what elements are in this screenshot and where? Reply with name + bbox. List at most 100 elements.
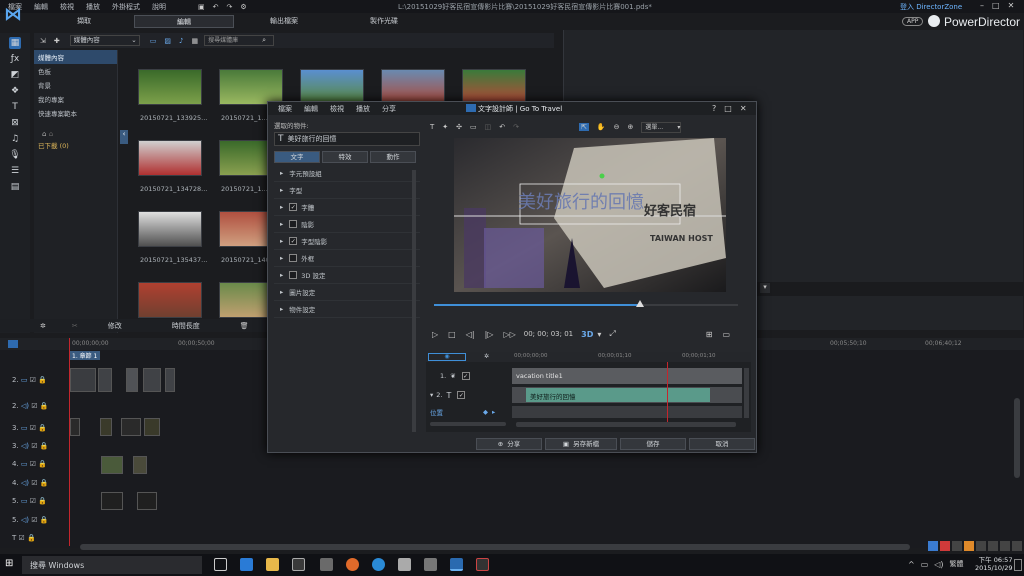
media-thumb[interactable] <box>138 282 202 318</box>
import-icon[interactable]: ⇲ <box>40 37 46 45</box>
menu-play[interactable]: 播放 <box>86 2 100 12</box>
volume-icon[interactable]: ◁) <box>934 560 943 569</box>
media-thumb[interactable] <box>138 69 202 105</box>
powerdirector-taskbar-icon[interactable] <box>450 558 463 571</box>
track-checkbox[interactable]: ☑ <box>30 460 36 468</box>
timeline-clip[interactable] <box>165 368 175 392</box>
designer-canvas[interactable]: 美好旅行的回憶 好客民宿 TAIWAN HOST <box>454 138 726 292</box>
timeline-clip[interactable] <box>126 368 138 392</box>
save-icon[interactable]: ▣ <box>198 3 205 11</box>
split-icon[interactable]: ✂ <box>72 322 78 330</box>
canvas-title-text[interactable]: 美好旅行的回憶 <box>518 188 644 214</box>
hand-tool-icon[interactable]: ✋ <box>597 123 606 131</box>
property-row[interactable]: ▸ 字型 <box>274 182 420 199</box>
windows-start-icon[interactable]: ⊞ <box>5 559 16 570</box>
property-row[interactable]: ▸ 3D 設定 <box>274 267 420 284</box>
help-icon[interactable]: ? <box>712 104 716 113</box>
property-row[interactable]: ▸ 圖片設定 <box>274 284 420 301</box>
timeline-clip[interactable] <box>70 368 96 392</box>
undo-icon[interactable]: ↶ <box>213 3 219 11</box>
timeline-clip[interactable] <box>143 368 161 392</box>
audio-mix-icon[interactable]: ♫ <box>9 133 21 145</box>
fullscreen-icon[interactable]: ⤢ <box>609 329 615 339</box>
login-link[interactable]: 登入 DirectorZone <box>900 2 962 12</box>
media-thumb[interactable] <box>381 69 445 105</box>
timeline-clip[interactable] <box>98 368 112 392</box>
zoom-in-icon[interactable]: ⊕ <box>628 123 634 131</box>
select-tool-icon[interactable]: ⇱ <box>579 123 589 131</box>
ie-icon[interactable] <box>372 558 385 571</box>
lock-icon[interactable]: 🔒 <box>38 460 47 468</box>
media-thumb[interactable] <box>138 140 202 176</box>
dlg-menu-view[interactable]: 檢視 <box>330 104 344 114</box>
media-thumb[interactable] <box>300 69 364 105</box>
network-icon[interactable]: ▭ <box>921 560 929 569</box>
side-item-media[interactable]: 媒體內容 <box>34 50 117 64</box>
property-row[interactable]: ▸ ✓ 字型陰影 <box>274 233 420 250</box>
tab-effects[interactable]: 特效 <box>322 150 368 163</box>
timeline-clip[interactable] <box>101 492 123 510</box>
video-track-icon[interactable]: ▭ <box>21 424 28 432</box>
tray-app-icon[interactable] <box>988 541 998 551</box>
menu-plugins[interactable]: 外掛程式 <box>112 2 140 12</box>
lock-icon[interactable]: 🔒 <box>40 402 49 410</box>
expand-arrow-icon[interactable]: ▸ <box>280 237 283 245</box>
preview-dropdown-icon[interactable]: ▾ <box>760 283 770 293</box>
property-checkbox[interactable] <box>289 271 298 279</box>
tray-app-icon[interactable] <box>928 541 938 551</box>
taskbar-clock[interactable]: 下午 06:57 2015/10/29 <box>975 556 1012 572</box>
3d-toggle[interactable]: 3D <box>581 330 593 339</box>
fast-forward-icon[interactable]: ▷▷ <box>503 330 515 339</box>
safe-zone-icon[interactable]: ▭ <box>722 330 730 339</box>
property-row[interactable]: ▸ 物件設定 <box>274 301 420 318</box>
fx-room-icon[interactable]: ƒx <box>9 53 21 65</box>
tray-app-icon[interactable] <box>940 541 950 551</box>
store-icon[interactable] <box>292 558 305 571</box>
tray-app-icon[interactable] <box>952 541 962 551</box>
selected-object-field[interactable]: T 美好旅行的回憶 <box>274 132 420 146</box>
redo-icon[interactable]: ↷ <box>227 3 233 11</box>
property-checkbox[interactable] <box>289 220 298 228</box>
app-badge[interactable]: APP <box>902 17 924 26</box>
side-item-templates[interactable]: 快速專案範本 <box>34 106 117 120</box>
lock-icon[interactable]: 🔒 <box>38 424 47 432</box>
plugin-icon[interactable]: ✚ <box>54 37 60 45</box>
designer-vscroll[interactable] <box>744 368 749 418</box>
play-icon[interactable]: ▷ <box>432 330 438 339</box>
tray-app-icon[interactable] <box>1000 541 1010 551</box>
expand-arrow-icon[interactable]: ▸ <box>280 305 283 313</box>
lock-icon[interactable]: 🔒 <box>40 479 49 487</box>
firefox-icon[interactable] <box>346 558 359 571</box>
title-room-icon[interactable]: T <box>9 101 21 113</box>
view-icon[interactable]: ▦ <box>191 37 198 45</box>
insert-particle-icon[interactable]: ✦ <box>442 123 448 131</box>
pip-room-icon[interactable]: ◩ <box>9 69 21 81</box>
redo-icon[interactable]: ↷ <box>513 123 519 131</box>
tray-chevron-icon[interactable]: ^ <box>908 560 915 569</box>
tag-icon[interactable]: ⌂ <box>42 130 46 138</box>
align-icon[interactable]: ◫ <box>485 123 492 131</box>
lock-icon[interactable]: 🔒 <box>38 497 47 505</box>
gear-icon[interactable]: ⚙ <box>240 3 246 11</box>
menu-view[interactable]: 檢視 <box>60 2 74 12</box>
close-icon[interactable]: ✕ <box>740 104 747 113</box>
next-frame-icon[interactable]: |▷ <box>485 330 494 339</box>
track-checkbox[interactable]: ☑ <box>19 534 25 542</box>
app-icon[interactable] <box>424 558 437 571</box>
properties-scrollbar[interactable] <box>412 170 416 432</box>
video-track-icon[interactable]: ▭ <box>21 376 28 384</box>
file-explorer-icon[interactable] <box>266 558 279 571</box>
media-thumb[interactable] <box>138 211 202 247</box>
tab-create-disc[interactable]: 製作光碟 <box>334 15 434 28</box>
expand-arrow-icon[interactable]: ▸ <box>280 220 283 228</box>
next-keyframe-icon[interactable]: ▸ <box>492 408 495 416</box>
track-checkbox[interactable]: ☑ <box>31 479 37 487</box>
media-thumb[interactable] <box>219 69 283 105</box>
lock-icon[interactable]: 🔒 <box>27 534 36 542</box>
side-item-color-boards[interactable]: 色板 <box>34 64 117 78</box>
task-view-icon[interactable] <box>214 558 227 571</box>
cancel-button[interactable]: 取消 <box>689 438 755 450</box>
expand-arrow-icon[interactable]: ▸ <box>280 271 283 279</box>
insert-image-icon[interactable]: ✣ <box>456 123 462 131</box>
track-checkbox[interactable]: ☑ <box>31 516 37 524</box>
